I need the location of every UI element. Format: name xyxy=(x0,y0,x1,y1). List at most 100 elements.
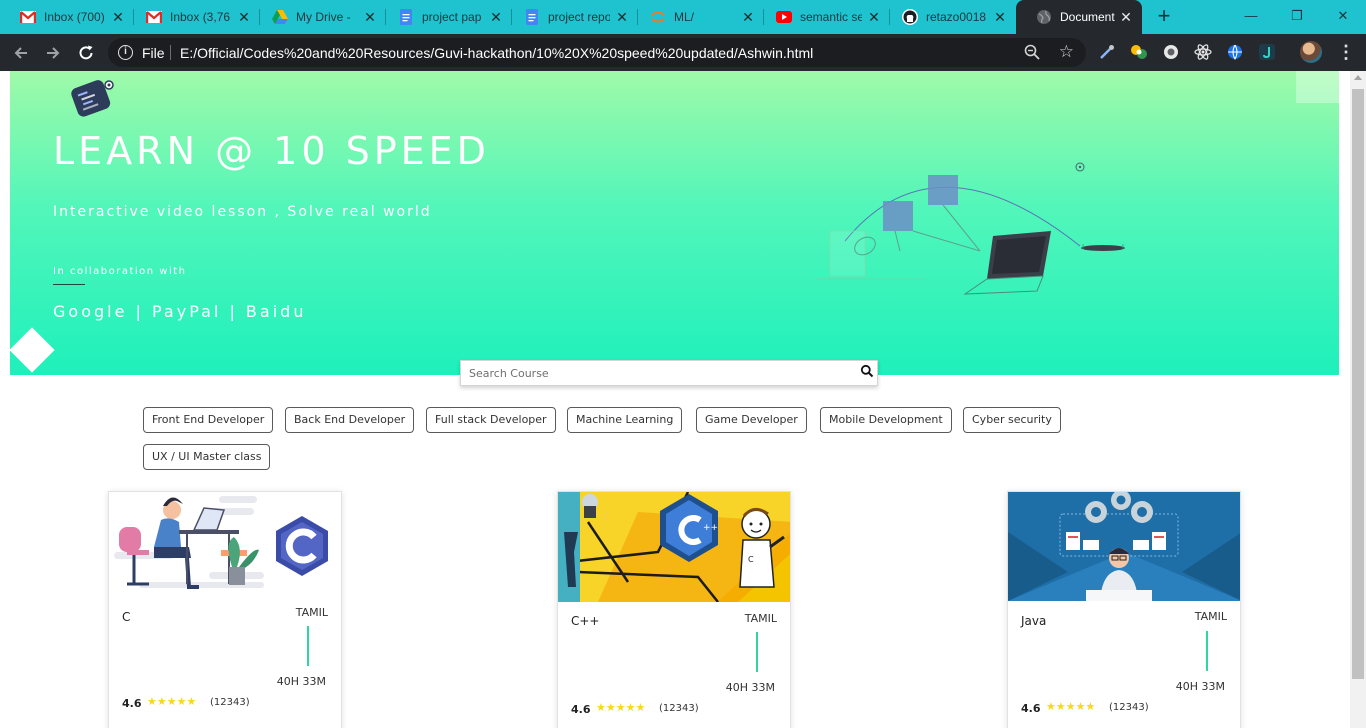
course-divider xyxy=(1206,631,1208,671)
info-icon[interactable]: i xyxy=(118,45,133,60)
minimize-button[interactable]: — xyxy=(1228,4,1274,28)
zoom-icon[interactable] xyxy=(1024,44,1040,64)
course-divider xyxy=(756,632,758,672)
url-scheme-label: File xyxy=(142,45,165,61)
laptop-illustration xyxy=(815,162,1125,295)
tab-close-icon[interactable]: ✕ xyxy=(1118,9,1134,25)
youtube-icon xyxy=(776,9,792,25)
course-duration: 40H 33M xyxy=(276,675,326,688)
browser-tab-document[interactable]: Document ✕ xyxy=(1016,0,1142,34)
react-devtools-icon[interactable] xyxy=(1194,43,1212,61)
browser-tab-drive[interactable]: My Drive - ✕ xyxy=(252,0,386,34)
forward-arrow-icon[interactable] xyxy=(40,40,66,66)
course-divider xyxy=(307,626,309,666)
category-mobile-development[interactable]: Mobile Development xyxy=(820,407,952,433)
course-card-cpp[interactable]: ++ C C++ TAMIL 40H 33M 4.6 ★★★★★ (12343) xyxy=(557,491,791,728)
google-drive-icon xyxy=(272,9,288,25)
course-card-java[interactable]: Java TAMIL 40H 33M 4.6 ★★★★★ (12343) xyxy=(1007,491,1241,728)
browser-menu-icon[interactable]: ⋮ xyxy=(1337,41,1355,63)
tab-close-icon[interactable]: ✕ xyxy=(992,9,1008,25)
tab-close-icon[interactable]: ✕ xyxy=(740,9,756,25)
profile-avatar[interactable] xyxy=(1300,41,1322,63)
url-text[interactable]: E:/Official/Codes%20and%20Resources/Guvi… xyxy=(180,45,813,61)
close-window-button[interactable]: ✕ xyxy=(1320,4,1366,28)
category-back-end-developer[interactable]: Back End Developer xyxy=(285,407,415,433)
category-ux-ui-master-class[interactable]: UX / UI Master class xyxy=(143,444,271,470)
github-icon xyxy=(902,9,918,25)
globe-extension-icon[interactable] xyxy=(1226,43,1244,61)
hero-subtitle: Interactive video lesson , Solve real wo… xyxy=(53,204,432,220)
gmail-icon xyxy=(20,9,36,25)
tab-close-icon[interactable]: ✕ xyxy=(362,9,378,25)
eyedropper-extension-icon[interactable] xyxy=(1098,43,1116,61)
back-arrow-icon[interactable] xyxy=(8,40,34,66)
search-input[interactable] xyxy=(461,361,851,385)
course-rating: 4.6 xyxy=(122,697,142,710)
browser-tabstrip: Inbox (700) ✕ Inbox (3,76 ✕ My Drive - ✕… xyxy=(0,0,1366,34)
google-docs-icon xyxy=(398,9,414,25)
tab-title: project pap xyxy=(422,10,482,24)
scrollbar-thumb[interactable] xyxy=(1352,89,1364,679)
category-game-developer[interactable]: Game Developer xyxy=(696,407,807,433)
tab-close-icon[interactable]: ✕ xyxy=(110,9,126,25)
restore-button[interactable]: ❐ xyxy=(1274,4,1320,28)
course-title: C xyxy=(122,610,131,624)
category-machine-learning[interactable]: Machine Learning xyxy=(567,407,683,433)
page-scrollbar[interactable] xyxy=(1350,71,1366,728)
rating-stars-icon: ★★★★★ xyxy=(596,702,646,714)
course-title: C++ xyxy=(571,614,600,628)
course-rating: 4.6 xyxy=(1021,702,1041,715)
cpp-thumbnail: ++ C xyxy=(558,492,790,602)
tab-title: Inbox (700) xyxy=(44,10,105,24)
decorative-diamond xyxy=(10,327,55,373)
partner-list: Google | PayPal | Baidu xyxy=(53,302,307,321)
category-cyber-security[interactable]: Cyber security xyxy=(963,407,1061,433)
tab-close-icon[interactable]: ✕ xyxy=(488,9,504,25)
scroll-up-arrow-icon[interactable] xyxy=(1354,75,1362,80)
browser-tab-gmail-2[interactable]: Inbox (3,76 ✕ xyxy=(126,0,260,34)
tab-title: semantic se xyxy=(800,10,862,24)
review-count: (12343) xyxy=(210,697,250,708)
rating-stars-icon: ★★★★★ xyxy=(1046,701,1096,713)
course-rating: 4.6 xyxy=(571,703,591,716)
collaboration-underline xyxy=(53,284,85,285)
course-card-c[interactable]: C TAMIL 40H 33M 4.6 ★★★★★ (12343) xyxy=(108,491,342,728)
tab-close-icon[interactable]: ✕ xyxy=(236,9,252,25)
bookmark-star-icon[interactable]: ☆ xyxy=(1059,42,1074,62)
new-tab-button[interactable]: + xyxy=(1152,5,1176,29)
category-full-stack-developer[interactable]: Full stack Developer xyxy=(426,407,556,433)
omnibox-divider xyxy=(170,45,171,60)
browser-tab-github[interactable]: retazo0018 ✕ xyxy=(882,0,1016,34)
globe-icon xyxy=(1036,9,1052,25)
hero-title: LEARN @ 10 SPEED xyxy=(53,129,490,173)
review-count: (12343) xyxy=(1109,702,1149,713)
page-viewport: LEARN @ 10 SPEED Interactive video lesso… xyxy=(0,71,1366,728)
tab-title: retazo0018 xyxy=(926,10,987,24)
tab-title: My Drive - xyxy=(296,10,351,24)
search-icon[interactable] xyxy=(860,364,874,378)
search-course-bar xyxy=(460,360,878,386)
colorful-extension-icon[interactable] xyxy=(1130,43,1148,61)
address-bar[interactable]: i File E:/Official/Codes%20and%20Resourc… xyxy=(108,38,1086,67)
browser-tab-gmail-1[interactable]: Inbox (700) ✕ xyxy=(0,0,134,34)
j-extension-icon[interactable] xyxy=(1258,43,1276,61)
record-extension-icon[interactable] xyxy=(1162,43,1180,61)
browser-tab-jupyter[interactable]: ML/ ✕ xyxy=(630,0,764,34)
collaboration-label: In collaboration with xyxy=(53,266,187,277)
browser-tab-docs-2[interactable]: project repo ✕ xyxy=(504,0,638,34)
course-duration: 40H 33M xyxy=(725,681,775,694)
browser-tab-docs-1[interactable]: project pap ✕ xyxy=(378,0,512,34)
review-count: (12343) xyxy=(659,703,699,714)
tab-close-icon[interactable]: ✕ xyxy=(614,9,630,25)
rating-stars-icon: ★★★★★ xyxy=(147,696,197,708)
google-docs-icon xyxy=(524,9,540,25)
hero-banner: LEARN @ 10 SPEED Interactive video lesso… xyxy=(10,71,1339,375)
browser-tab-youtube[interactable]: semantic se ✕ xyxy=(756,0,890,34)
svg-text:C: C xyxy=(748,555,754,564)
category-front-end-developer[interactable]: Front End Developer xyxy=(143,407,274,433)
tab-close-icon[interactable]: ✕ xyxy=(866,9,882,25)
code-badge-icon xyxy=(71,80,114,117)
svg-text:++: ++ xyxy=(703,523,718,533)
tab-title: project repo xyxy=(548,10,610,24)
reload-icon[interactable] xyxy=(73,40,99,66)
